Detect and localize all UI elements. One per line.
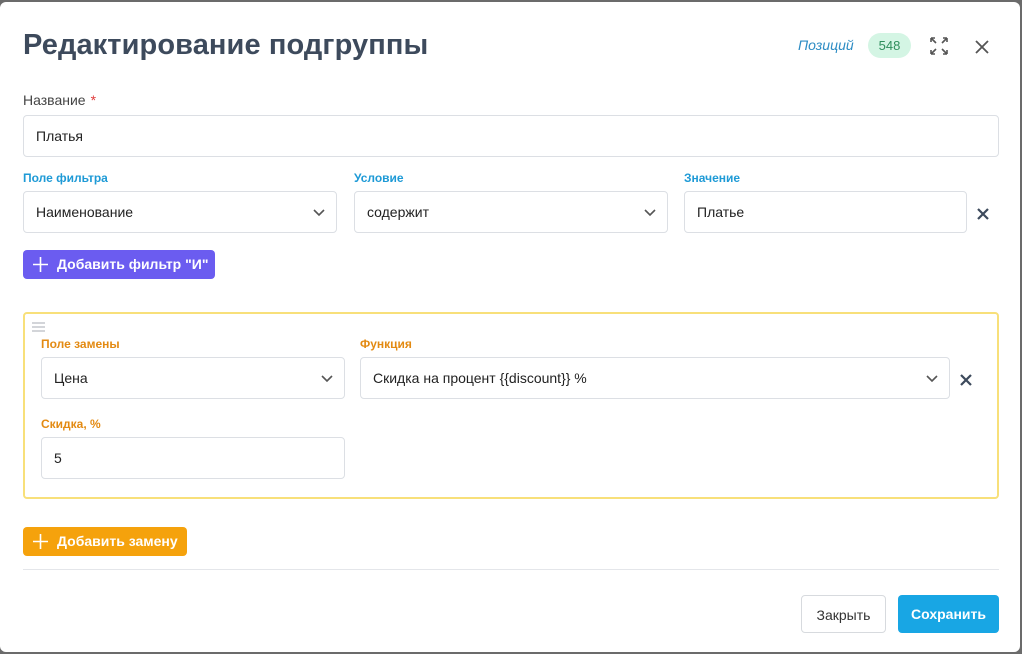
filter-field-value: Наименование [36, 204, 134, 220]
replace-field-select[interactable]: Цена [41, 357, 345, 399]
close-button[interactable]: Закрыть [801, 595, 886, 633]
add-replacement-button[interactable]: Добавить замену [23, 527, 187, 556]
plus-icon [33, 534, 48, 549]
chevron-down-icon [644, 209, 656, 217]
discount-value: 5 [54, 450, 62, 466]
replacement-block: Поле замены Функция Цена Скидка на проце… [23, 312, 999, 499]
name-label-text: Название [23, 92, 86, 108]
filter-field-label: Поле фильтра [23, 171, 108, 185]
positions-count-badge: 548 [868, 33, 911, 58]
add-filter-label: Добавить фильтр "И" [57, 256, 209, 272]
value-label: Значение [684, 171, 741, 185]
name-input-value: Платья [36, 128, 83, 144]
save-button[interactable]: Сохранить [898, 595, 999, 633]
chevron-down-icon [321, 375, 333, 383]
add-replacement-label: Добавить замену [57, 533, 178, 549]
edit-subgroup-modal: Редактирование подгруппы Позиций 548 Наз… [0, 2, 1020, 652]
plus-icon [33, 257, 48, 272]
name-label: Название * [23, 92, 96, 108]
replace-field-value: Цена [54, 370, 88, 386]
remove-filter-icon[interactable] [975, 206, 991, 222]
function-label: Функция [360, 337, 412, 351]
condition-value: содержит [367, 204, 429, 220]
remove-replacement-icon[interactable] [958, 372, 974, 388]
function-value: Скидка на процент {{discount}} % [373, 370, 587, 386]
drag-handle-icon[interactable] [32, 322, 45, 332]
chevron-down-icon [926, 375, 938, 383]
condition-label: Условие [354, 171, 404, 185]
filter-value-text: Платье [697, 204, 745, 220]
filter-value-input[interactable]: Платье [684, 191, 967, 233]
add-and-filter-button[interactable]: Добавить фильтр "И" [23, 250, 215, 279]
required-mark: * [90, 92, 97, 108]
discount-label: Скидка, % [41, 417, 101, 431]
modal-title: Редактирование подгруппы [23, 29, 429, 61]
function-select[interactable]: Скидка на процент {{discount}} % [360, 357, 950, 399]
positions-label: Позиций [798, 37, 854, 53]
footer-divider [23, 569, 999, 570]
filter-field-select[interactable]: Наименование [23, 191, 337, 233]
chevron-down-icon [313, 209, 325, 217]
expand-arrows-icon[interactable] [928, 35, 950, 57]
replace-field-label: Поле замены [41, 337, 120, 351]
name-input[interactable]: Платья [23, 115, 999, 157]
close-icon[interactable] [972, 37, 994, 59]
condition-select[interactable]: содержит [354, 191, 668, 233]
discount-input[interactable]: 5 [41, 437, 345, 479]
